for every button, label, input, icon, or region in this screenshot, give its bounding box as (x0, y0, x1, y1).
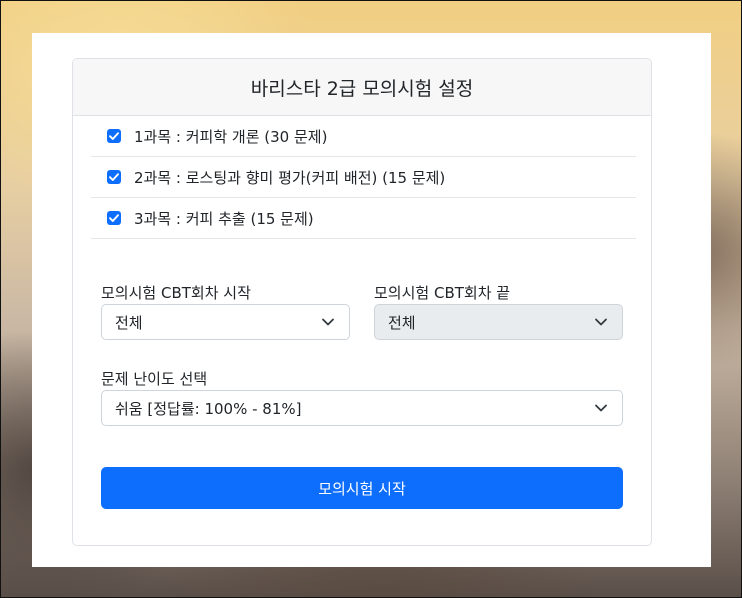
subject-3-checkbox[interactable] (107, 211, 121, 225)
difficulty-value: 쉬움 [정답률: 100% - 81%] (115, 399, 302, 418)
check-icon (109, 173, 119, 181)
exam-settings-card: 바리스타 2급 모의시험 설정 1과목 : 커피학 개론 (30 문제) 2과목… (72, 58, 652, 546)
subject-item-3[interactable]: 3과목 : 커피 추출 (15 문제) (91, 198, 636, 239)
check-icon (109, 214, 119, 222)
background-photo: 바리스타 2급 모의시험 설정 1과목 : 커피학 개론 (30 문제) 2과목… (0, 0, 742, 598)
settings-panel: 바리스타 2급 모의시험 설정 1과목 : 커피학 개론 (30 문제) 2과목… (32, 33, 711, 567)
round-start-select[interactable]: 전체 (101, 304, 350, 340)
subject-item-2[interactable]: 2과목 : 로스팅과 향미 평가(커피 배전) (15 문제) (91, 157, 636, 198)
difficulty-label: 문제 난이도 선택 (101, 370, 208, 388)
round-end-value: 전체 (388, 313, 416, 332)
subject-3-label: 3과목 : 커피 추출 (15 문제) (134, 209, 314, 228)
page-title: 바리스타 2급 모의시험 설정 (250, 77, 474, 100)
round-end-select[interactable]: 전체 (374, 304, 623, 340)
subject-item-1[interactable]: 1과목 : 커피학 개론 (30 문제) (91, 116, 636, 157)
chevron-down-icon (322, 318, 334, 326)
subject-1-checkbox[interactable] (107, 129, 121, 143)
round-end-label: 모의시험 CBT회차 끝 (374, 284, 511, 302)
chevron-down-icon (595, 318, 607, 326)
chevron-down-icon (595, 404, 607, 412)
round-start-label: 모의시험 CBT회차 시작 (101, 284, 251, 302)
start-exam-label: 모의시험 시작 (318, 479, 406, 498)
check-icon (109, 132, 119, 140)
card-header: 바리스타 2급 모의시험 설정 (73, 59, 651, 116)
subject-2-label: 2과목 : 로스팅과 향미 평가(커피 배전) (15 문제) (134, 168, 446, 187)
subject-2-checkbox[interactable] (107, 170, 121, 184)
start-exam-button[interactable]: 모의시험 시작 (101, 467, 623, 509)
subject-list: 1과목 : 커피학 개론 (30 문제) 2과목 : 로스팅과 향미 평가(커피… (91, 116, 636, 239)
round-start-value: 전체 (115, 313, 143, 332)
subject-1-label: 1과목 : 커피학 개론 (30 문제) (134, 127, 328, 146)
difficulty-select[interactable]: 쉬움 [정답률: 100% - 81%] (101, 390, 623, 426)
